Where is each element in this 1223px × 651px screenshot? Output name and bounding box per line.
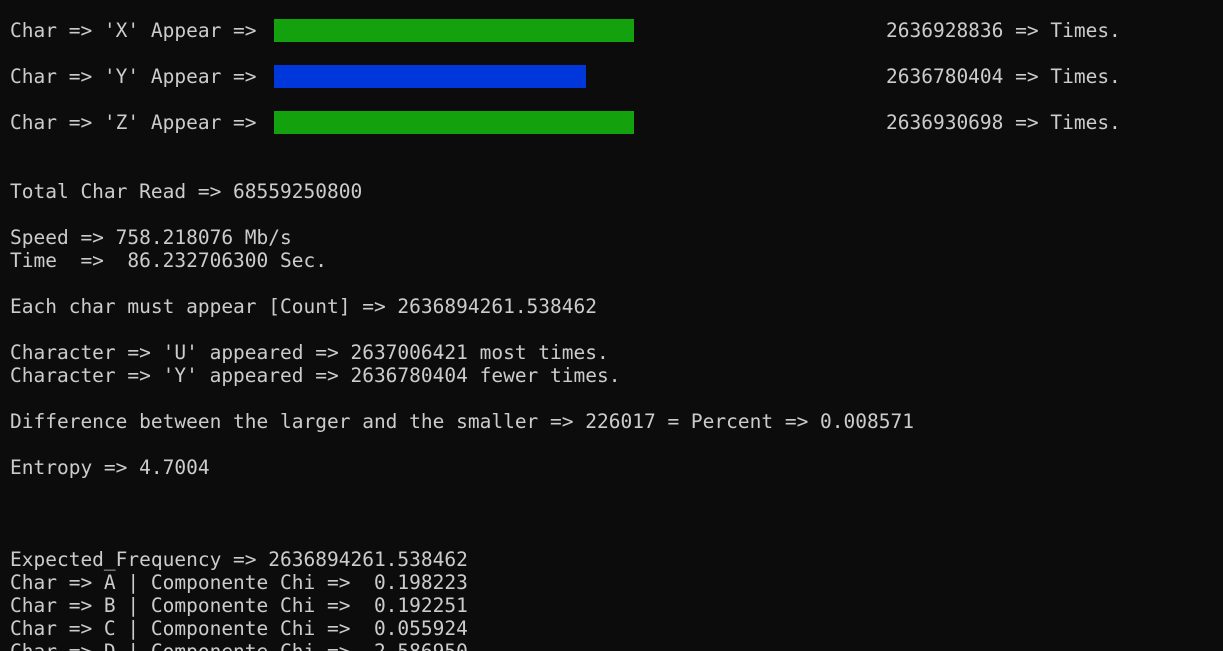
least-frequent-char: Character => 'Y' appeared => 2636780404 …: [10, 364, 621, 387]
char-x-frequency-bar: [274, 19, 634, 42]
char-x-label: Char => 'X' Appear =>: [10, 19, 269, 42]
char-z-frequency-bar: [274, 111, 634, 134]
char-z-label: Char => 'Z' Appear =>: [10, 111, 269, 134]
char-y-frequency-bar: [274, 65, 586, 88]
char-x-count: 2636928836 => Times.: [886, 19, 1121, 42]
expected-count: Each char must appear [Count] => 2636894…: [10, 295, 597, 318]
most-frequent-char: Character => 'U' appeared => 2637006421 …: [10, 341, 609, 364]
chi-row: Char => B | Componente Chi => 0.192251: [10, 594, 468, 617]
chi-row: Char => C | Componente Chi => 0.055924: [10, 617, 468, 640]
char-y-count: 2636780404 => Times.: [886, 65, 1121, 88]
expected-frequency: Expected_Frequency => 2636894261.538462: [10, 548, 468, 571]
time-readout: Time => 86.232706300 Sec.: [10, 249, 327, 272]
entropy-readout: Entropy => 4.7004: [10, 456, 210, 479]
chi-row: Char => D | Componente Chi => 2.586950: [10, 640, 468, 651]
speed-readout: Speed => 758.218076 Mb/s: [10, 226, 292, 249]
char-z-count: 2636930698 => Times.: [886, 111, 1121, 134]
total-char-read: Total Char Read => 68559250800: [10, 180, 363, 203]
char-y-label: Char => 'Y' Appear =>: [10, 65, 269, 88]
difference-readout: Difference between the larger and the sm…: [10, 410, 914, 433]
chi-row: Char => A | Componente Chi => 0.198223: [10, 571, 468, 594]
terminal-output: Char => 'X' Appear => 2636928836 => Time…: [10, 0, 1220, 651]
